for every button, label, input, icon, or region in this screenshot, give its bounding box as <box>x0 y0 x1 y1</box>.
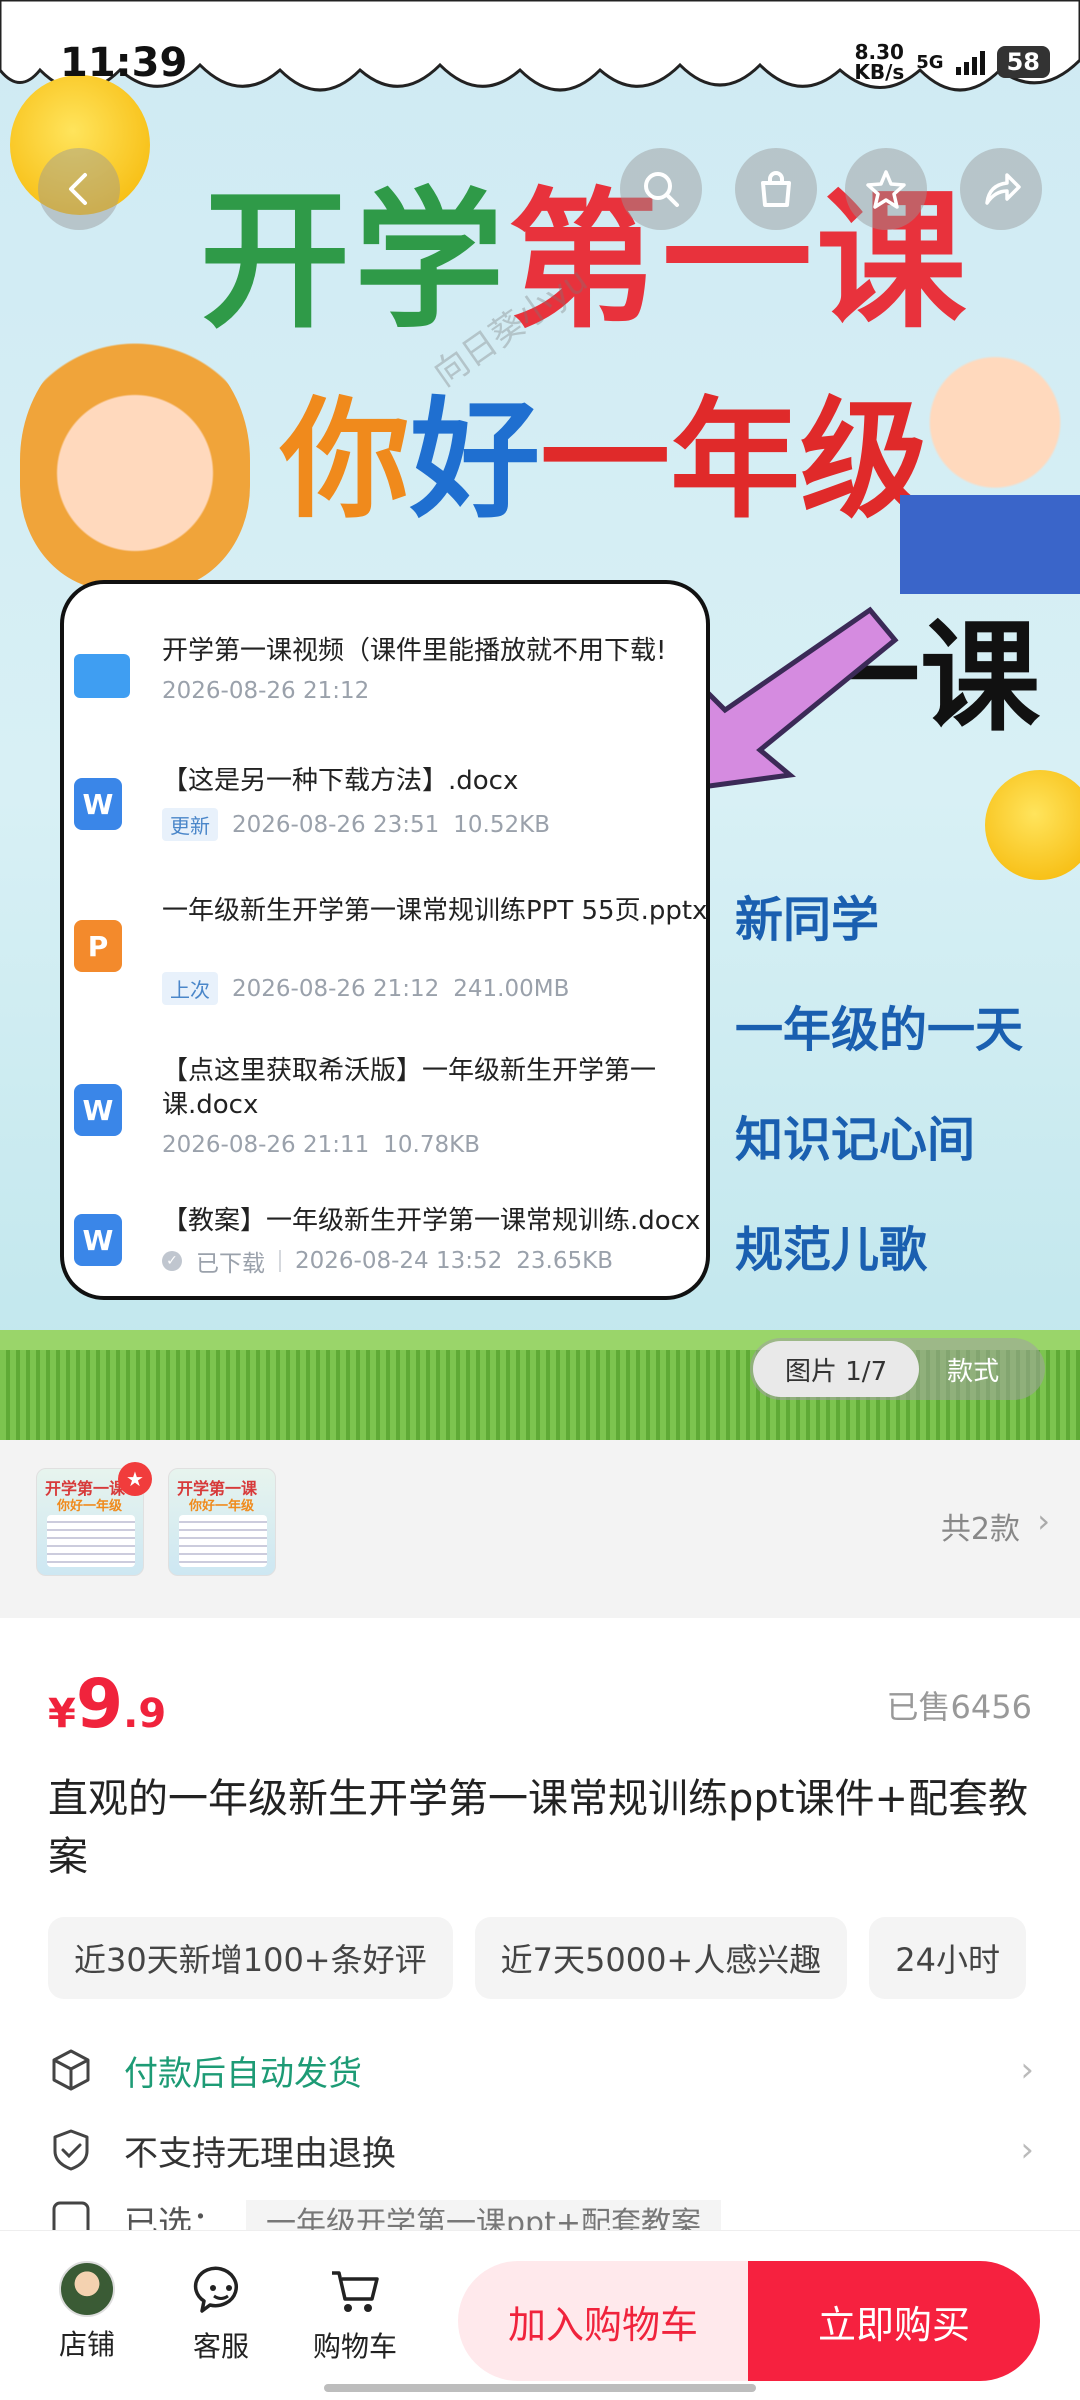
file-meta: ✓ 已下载 2026-08-24 13:52 23.65KB <box>162 1244 613 1278</box>
home-indicator[interactable] <box>324 2384 756 2392</box>
hero-side-line: 一年级的一天 <box>735 1002 1024 1058</box>
store-button[interactable]: 店铺 <box>32 2261 142 2363</box>
image-counter: 图片 1/7 <box>753 1341 920 1397</box>
shield-check-icon <box>53 2129 89 2171</box>
highlight-tags: 近30天新增100+条好评 近7天5000+人感兴趣 24小时 <box>48 1917 1026 1999</box>
last-opened-badge: 上次 <box>162 972 218 1005</box>
file-row[interactable]: W 【教案】一年级新生开学第一课常规训练.docx ✓ 已下载 2026-08-… <box>64 1204 714 1334</box>
price-decimal: .9 <box>123 1691 167 1737</box>
cart-icon <box>332 2271 379 2312</box>
shop-button[interactable] <box>735 148 817 230</box>
file-row[interactable]: W 【点这里获取希沃版】一年级新生开学第一课.docx 2026-08-26 2… <box>64 1054 714 1184</box>
back-button[interactable] <box>38 148 120 230</box>
style-tab[interactable]: 款式 <box>919 1351 999 1388</box>
file-date: 2026-08-26 21:12 <box>232 975 440 1002</box>
file-row[interactable]: P 一年级新生开学第一课常规训练PPT 55页.pptx 上次 2026-08-… <box>64 894 714 1024</box>
file-name: 【点这里获取希沃版】一年级新生开学第一课.docx <box>162 1056 657 1120</box>
update-badge: 更新 <box>162 808 218 841</box>
word-doc-icon: W <box>74 778 122 830</box>
boy-illustration <box>20 330 250 590</box>
hot-flame-icon: ★ <box>118 1462 152 1496</box>
downloaded-label: 已下载 <box>196 1251 265 1277</box>
status-bar: 11:39 8.30 KB/s 5G 58 <box>0 40 1080 100</box>
file-row[interactable]: 开学第一课视频（课件里能播放就不用下载! 2026-08-26 21:12 <box>64 634 714 764</box>
network-type: 5G <box>916 51 944 73</box>
check-icon: ✓ <box>162 1251 182 1271</box>
file-row[interactable]: W 【这是另一种下载方法】.docx 更新 2026-08-26 23:51 1… <box>64 764 714 894</box>
ppt-doc-icon: P <box>74 920 122 972</box>
word-doc-icon: W <box>74 1214 122 1266</box>
bottom-action-bar: 店铺 客服 购物车 加入购物车 立即购买 <box>0 2230 1080 2400</box>
file-name: 【这是另一种下载方法】.docx <box>162 766 519 796</box>
word-doc-icon: W <box>74 1084 122 1136</box>
sun-illustration <box>985 770 1080 880</box>
add-to-cart-button[interactable]: 加入购物车 <box>458 2261 748 2381</box>
file-name: 开学第一课视频（课件里能播放就不用下载! <box>162 636 667 666</box>
file-name: 【教案】一年级新生开学第一课常规训练.docx <box>162 1206 701 1236</box>
network-speed: 8.30 KB/s <box>854 40 905 84</box>
cube-icon <box>52 2049 90 2091</box>
store-avatar <box>59 2261 115 2317</box>
file-size: 10.52KB <box>453 811 550 838</box>
currency-symbol: ¥ <box>48 1691 76 1737</box>
hero-side-line: 知识记心间 <box>735 1112 976 1168</box>
product-title: 直观的一年级新生开学第一课常规训练ppt课件+配套教案 <box>48 1776 1028 1880</box>
status-indicators: 8.30 KB/s 5G 58 <box>854 42 1050 82</box>
share-icon <box>985 173 1021 205</box>
file-size: 23.65KB <box>516 1248 613 1274</box>
price: ¥9.9 <box>48 1665 166 1744</box>
variant-thumbnail[interactable]: 开学第一课 你好一年级 <box>168 1468 276 1576</box>
hero-side-line: 新同学 <box>735 892 880 948</box>
image-counter-pill[interactable]: 图片 1/7 款式 <box>750 1338 1045 1400</box>
search-icon <box>644 172 679 207</box>
sold-count: 已售6456 <box>886 1688 1032 1726</box>
folder-icon <box>74 654 130 698</box>
file-meta: 2026-08-26 21:11 10.78KB <box>162 1132 480 1158</box>
hero-title-line2: 你好一年级 <box>280 384 931 536</box>
star-icon <box>866 170 906 209</box>
highlight-tag[interactable]: 24小时 <box>869 1917 1026 1999</box>
chevron-right-icon: › <box>1037 1502 1050 1540</box>
shop-bag-icon <box>761 171 791 207</box>
service-auto-delivery[interactable]: 付款后自动发货 › <box>48 2040 1038 2100</box>
favorite-button[interactable] <box>845 148 927 230</box>
battery-icon: 58 <box>996 46 1050 78</box>
signal-icon <box>955 49 985 75</box>
file-name: 一年级新生开学第一课常规训练PPT 55页.pptx <box>162 896 708 926</box>
chevron-right-icon: › <box>1020 2050 1034 2090</box>
variant-strip[interactable]: 开学第一课 你好一年级 ★ 开学第一课 你好一年级 共2款 › <box>0 1440 1080 1618</box>
share-button[interactable] <box>960 148 1042 230</box>
buy-now-button[interactable]: 立即购买 <box>748 2261 1040 2381</box>
file-meta: 上次 2026-08-26 21:12 241.00MB <box>162 972 569 1005</box>
file-list-card: 开学第一课视频（课件里能播放就不用下载! 2026-08-26 21:12 W … <box>60 580 710 1300</box>
file-date: 2026-08-24 13:52 <box>295 1248 503 1274</box>
file-meta: 更新 2026-08-26 23:51 10.52KB <box>162 808 550 841</box>
service-no-return[interactable]: 不支持无理由退换 › <box>48 2120 1038 2180</box>
file-date: 2026-08-26 21:11 <box>162 1132 370 1158</box>
file-size: 10.78KB <box>383 1132 480 1158</box>
file-date: 2026-08-26 21:12 <box>162 678 370 704</box>
highlight-tag[interactable]: 近30天新增100+条好评 <box>48 1917 453 1999</box>
hero-side-line: 规范儿歌 <box>735 1222 928 1278</box>
file-size: 241.00MB <box>453 975 570 1002</box>
customer-service-button[interactable]: 客服 <box>166 2261 276 2365</box>
chat-bubble-icon <box>193 2266 238 2313</box>
file-meta: 2026-08-26 21:12 <box>162 678 369 704</box>
divider <box>279 1250 281 1272</box>
file-date: 2026-08-26 23:51 <box>232 811 440 838</box>
search-button[interactable] <box>620 148 702 230</box>
variant-count[interactable]: 共2款 <box>941 1504 1020 1548</box>
cart-button[interactable]: 购物车 <box>300 2261 410 2365</box>
status-time: 11:39 <box>60 40 188 86</box>
chevron-left-icon <box>69 173 87 205</box>
price-integer: 9 <box>75 1665 124 1744</box>
chevron-right-icon: › <box>1020 2130 1034 2170</box>
highlight-tag[interactable]: 近7天5000+人感兴趣 <box>474 1917 848 1999</box>
